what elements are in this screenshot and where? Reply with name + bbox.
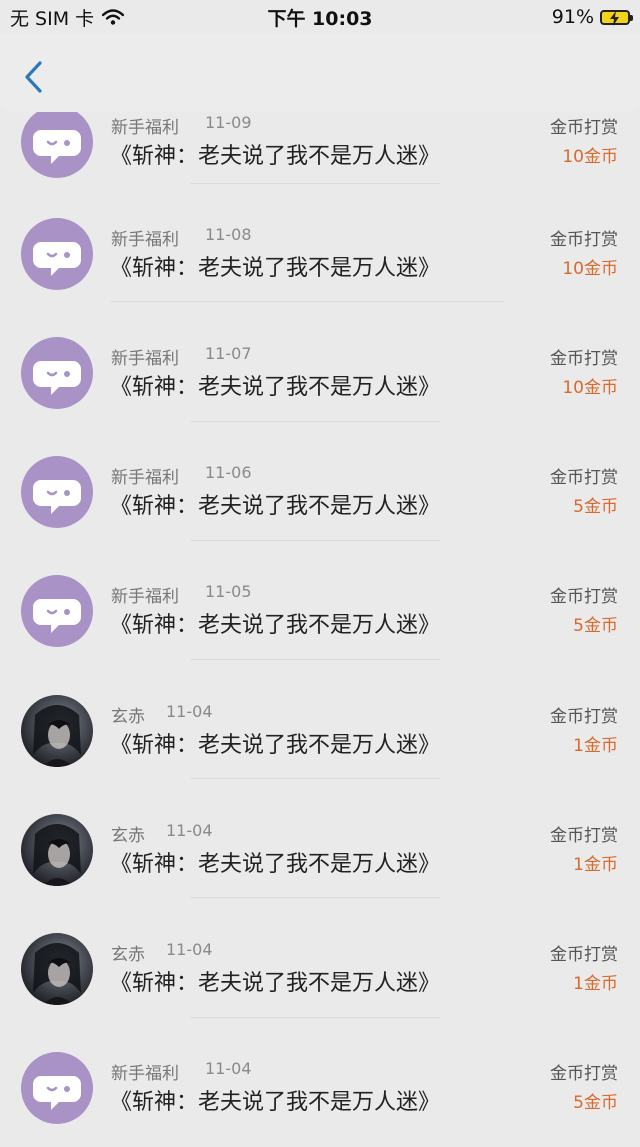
reward-type: 金币打赏	[550, 945, 618, 965]
coin-amount: 1金币	[573, 974, 618, 994]
divider	[190, 897, 440, 898]
divider	[190, 540, 440, 541]
portrait-icon	[33, 705, 81, 767]
date: 11-04	[166, 821, 213, 840]
sender-name: 玄赤	[111, 945, 145, 965]
reward-type: 金币打赏	[550, 587, 618, 607]
chat-bubble-icon	[33, 361, 81, 395]
reward-type: 金币打赏	[550, 707, 618, 727]
list-item[interactable]: 玄赤 11-04 《斩神：老夫说了我不是万人迷》 金币打赏 1金币	[0, 790, 640, 909]
coin-amount: 5金币	[573, 616, 618, 636]
chevron-left-icon	[25, 61, 42, 93]
sender-name: 新手福利	[111, 118, 179, 138]
carrier-label: 无 SIM 卡	[10, 7, 95, 30]
list-item[interactable]: 新手福利 11-05 《斩神：老夫说了我不是万人迷》 金币打赏 5金币	[0, 551, 640, 670]
reward-type: 金币打赏	[550, 1064, 618, 1084]
date: 11-05	[205, 582, 252, 601]
sender-name: 新手福利	[111, 468, 179, 488]
divider	[190, 421, 440, 422]
book-title: 《斩神：老夫说了我不是万人迷》	[110, 613, 441, 638]
date: 11-04	[166, 940, 213, 959]
reward-type: 金币打赏	[550, 468, 618, 488]
list-item[interactable]: 新手福利 11-08 《斩神：老夫说了我不是万人迷》 金币打赏 10金币	[0, 194, 640, 313]
navigation-bar	[0, 34, 640, 112]
divider	[190, 183, 440, 184]
avatar	[21, 218, 93, 290]
back-button[interactable]	[20, 60, 50, 94]
sender-name: 新手福利	[111, 1064, 179, 1084]
status-bar: 无 SIM 卡 下午 10:03 91%	[0, 0, 640, 34]
list-item[interactable]: 玄赤 11-04 《斩神：老夫说了我不是万人迷》 金币打赏 1金币	[0, 671, 640, 790]
portrait-icon	[33, 943, 81, 1005]
avatar	[21, 575, 93, 647]
coin-amount: 1金币	[573, 736, 618, 756]
book-title: 《斩神：老夫说了我不是万人迷》	[110, 375, 441, 400]
book-title: 《斩神：老夫说了我不是万人迷》	[110, 256, 441, 281]
avatar	[21, 814, 93, 886]
chat-bubble-icon	[33, 130, 81, 164]
chat-bubble-icon	[33, 1076, 81, 1110]
reward-type: 金币打赏	[550, 826, 618, 846]
reward-type: 金币打赏	[550, 118, 618, 138]
chat-bubble-icon	[33, 480, 81, 514]
date: 11-04	[205, 1059, 252, 1078]
list-item[interactable]: 新手福利 11-04 《斩神：老夫说了我不是万人迷》 金币打赏 5金币	[0, 1028, 640, 1147]
avatar	[21, 933, 93, 1005]
sender-name: 玄赤	[111, 707, 145, 727]
date: 11-04	[166, 702, 213, 721]
chat-bubble-icon	[33, 599, 81, 633]
book-title: 《斩神：老夫说了我不是万人迷》	[110, 852, 441, 877]
list-item[interactable]: 新手福利 11-06 《斩神：老夫说了我不是万人迷》 金币打赏 5金币	[0, 432, 640, 551]
avatar	[21, 695, 93, 767]
avatar	[21, 456, 93, 528]
list-item[interactable]: 玄赤 11-04 《斩神：老夫说了我不是万人迷》 金币打赏 1金币	[0, 909, 640, 1028]
book-title: 《斩神：老夫说了我不是万人迷》	[110, 144, 441, 169]
charging-bolt-icon	[610, 10, 619, 26]
reward-type: 金币打赏	[550, 230, 618, 250]
list-item[interactable]: 新手福利 11-07 《斩神：老夫说了我不是万人迷》 金币打赏 10金币	[0, 313, 640, 432]
coin-amount: 10金币	[562, 378, 618, 398]
avatar	[21, 337, 93, 409]
reward-type: 金币打赏	[550, 349, 618, 369]
coin-amount: 5金币	[573, 1093, 618, 1113]
date: 11-08	[205, 225, 252, 244]
date: 11-07	[205, 344, 252, 363]
coin-amount: 10金币	[562, 259, 618, 279]
battery-percent: 91%	[551, 6, 594, 28]
avatar	[21, 1052, 93, 1124]
battery-icon	[600, 9, 633, 26]
divider	[110, 301, 505, 302]
sender-name: 新手福利	[111, 349, 179, 369]
chat-bubble-icon	[33, 242, 81, 276]
avatar	[21, 106, 93, 178]
wifi-icon	[102, 9, 125, 25]
sender-name: 玄赤	[111, 826, 145, 846]
coin-amount: 10金币	[562, 147, 618, 167]
book-title: 《斩神：老夫说了我不是万人迷》	[110, 1090, 441, 1115]
date: 11-09	[205, 113, 252, 132]
coin-amount: 5金币	[573, 497, 618, 517]
divider	[190, 778, 440, 779]
book-title: 《斩神：老夫说了我不是万人迷》	[110, 971, 441, 996]
divider	[190, 659, 440, 660]
sender-name: 新手福利	[111, 587, 179, 607]
book-title: 《斩神：老夫说了我不是万人迷》	[110, 733, 441, 758]
date: 11-06	[205, 463, 252, 482]
portrait-icon	[33, 824, 81, 886]
divider	[190, 1017, 440, 1018]
coin-amount: 1金币	[573, 855, 618, 875]
sender-name: 新手福利	[111, 230, 179, 250]
book-title: 《斩神：老夫说了我不是万人迷》	[110, 494, 441, 519]
